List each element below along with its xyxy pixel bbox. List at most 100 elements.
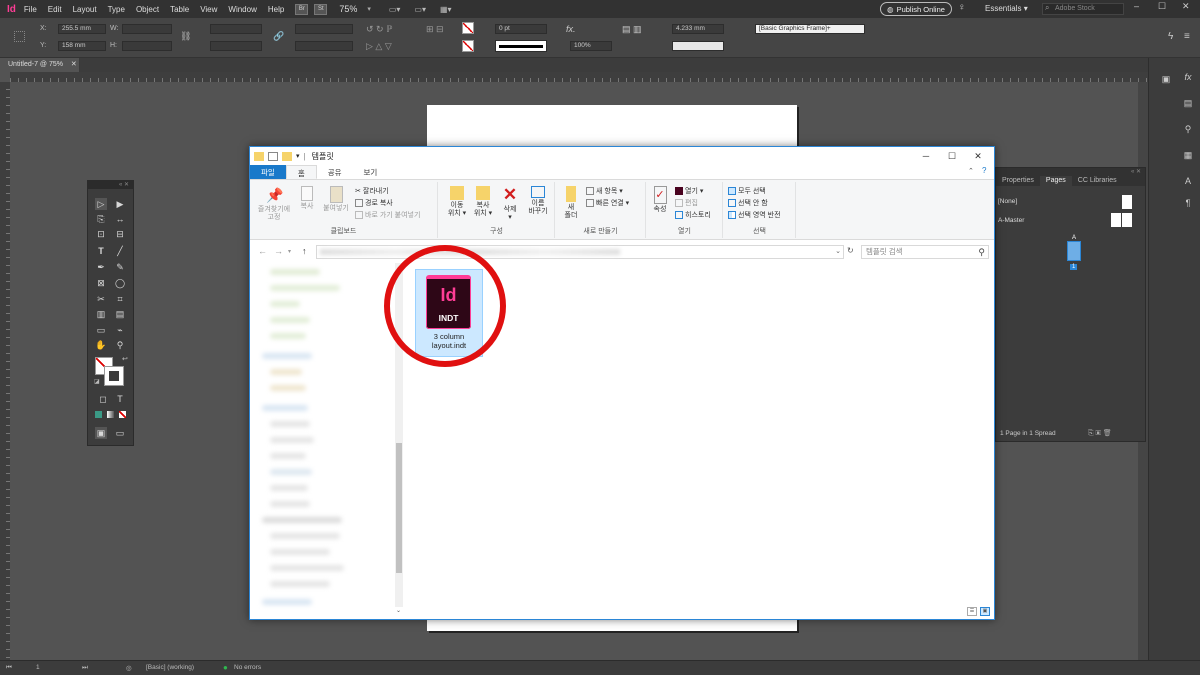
cut-button[interactable]: ✂ 잘라내기 [355, 186, 389, 196]
gap-tool-icon[interactable]: ↔ [114, 213, 126, 225]
menu-type[interactable]: Type [108, 5, 125, 14]
nav-item-blurred[interactable] [270, 385, 306, 391]
nav-pane-scroll-thumb[interactable] [396, 443, 402, 573]
tab-cc-libraries[interactable]: CC Libraries [1072, 176, 1123, 186]
pages-panel-icon[interactable]: ▣ [1159, 74, 1173, 86]
rotate-field[interactable] [295, 24, 353, 34]
navigation-pane[interactable]: ⌄ [250, 263, 403, 619]
nav-item-blurred[interactable] [270, 421, 310, 427]
pencil-tool-icon[interactable]: ✎ [114, 261, 126, 273]
default-colors-icon[interactable]: ◪ [94, 378, 100, 385]
zoom-tool-icon[interactable]: ⚲ [114, 339, 126, 351]
flip-icons[interactable]: ▷ △ ▽ [366, 41, 392, 52]
vertical-ruler[interactable] [0, 82, 10, 660]
direct-selection-tool-icon[interactable]: ▶ [114, 198, 126, 210]
maximize-icon[interactable]: ☐ [940, 149, 964, 163]
stroke-panel-icon[interactable]: ▦ [1181, 150, 1195, 162]
menu-table[interactable]: Table [170, 5, 189, 14]
content-placer-icon[interactable]: ⊟ [114, 228, 126, 240]
menu-view[interactable]: View [200, 5, 217, 14]
constrain-proportions-icon[interactable]: ⛓ [180, 31, 191, 42]
paste-shortcut-button[interactable]: 바로 가기 붙여넣기 [355, 210, 420, 220]
first-page-icon[interactable]: ⏮ [6, 664, 12, 672]
back-arrow-icon[interactable]: ← [258, 246, 267, 256]
new-item-button[interactable]: 새 항목 ▾ [586, 186, 623, 196]
gap-field[interactable]: 4.233 mm [672, 24, 724, 34]
opacity-field[interactable]: 100% [570, 41, 612, 51]
scissors-tool-icon[interactable]: ✂ [95, 293, 107, 305]
panel-collapse-icon[interactable]: « ✕ [1131, 168, 1141, 175]
apply-gradient-icon[interactable] [107, 411, 114, 418]
eyedropper-tool-icon[interactable]: ⌁ [114, 324, 126, 336]
properties-button[interactable]: ✓ 속성 [649, 186, 671, 214]
select-all-button[interactable]: 모두 선택 [728, 186, 766, 196]
menu-layout[interactable]: Layout [73, 5, 97, 14]
invert-selection-button[interactable]: 선택 영역 반전 [728, 210, 781, 220]
gradient-swatch-tool-icon[interactable]: ▥ [95, 308, 107, 320]
stroke-type-select[interactable] [495, 40, 547, 52]
stroke-swatch-icon[interactable] [462, 40, 474, 52]
object-style-select[interactable]: [Basic Graphics Frame]+ [755, 24, 865, 34]
close-window-icon[interactable]: ✕ [966, 149, 990, 163]
lightbulb-icon[interactable]: ♀ [958, 2, 966, 13]
nav-item-blurred[interactable] [270, 581, 330, 587]
nav-item-blurred[interactable] [270, 317, 310, 323]
last-page-icon[interactable]: ⏭ [82, 664, 88, 672]
edit-page-size-icon[interactable]: ⎘ ▣ 🗑 [1088, 429, 1112, 438]
address-path-input[interactable]: ⌄ [316, 245, 844, 259]
nav-item-blurred[interactable] [262, 517, 342, 523]
selection-tool-icon[interactable]: ▷ [95, 198, 107, 210]
rename-button[interactable]: 이름 바꾸기 [525, 186, 551, 216]
properties-quick-icon[interactable] [268, 151, 278, 161]
minimize-icon[interactable]: ─ [914, 149, 938, 163]
refresh-icon[interactable]: ↻ [847, 246, 854, 255]
shear-field[interactable] [295, 41, 353, 51]
scroll-down-icon[interactable]: ⌄ [396, 607, 401, 614]
preflight-errors[interactable]: No errors [234, 664, 261, 671]
tools-panel-header[interactable]: « ✕ [88, 181, 133, 189]
fx-icon[interactable]: fx. [566, 24, 576, 34]
tab-file[interactable]: 파일 [250, 165, 286, 179]
constrain-scale-icon[interactable]: 🔗 [273, 31, 284, 42]
stroke-color-icon[interactable] [104, 366, 124, 386]
recent-dropdown-icon[interactable]: ▾ [288, 248, 291, 255]
formatting-container-icon[interactable]: ◻ [97, 393, 109, 405]
lightning-icon[interactable]: ϟ [1168, 31, 1173, 42]
move-to-button[interactable]: 이동 위치 ▾ [445, 186, 469, 218]
nav-item-blurred[interactable] [270, 453, 306, 459]
nav-item-blurred[interactable] [262, 599, 312, 605]
tab-pages[interactable]: Pages [1039, 176, 1072, 186]
y-field[interactable]: 158 mm [58, 41, 106, 51]
line-tool-icon[interactable]: ╱ [114, 245, 126, 257]
maximize-app-icon[interactable]: ☐ [1158, 1, 1166, 12]
a-master-thumb-right[interactable] [1122, 213, 1132, 227]
select-none-button[interactable]: 선택 안 함 [728, 198, 768, 208]
swap-colors-icon[interactable]: ↩ [122, 355, 128, 363]
search-icon[interactable]: ⚲ [978, 246, 985, 258]
layers-panel-icon[interactable]: ▤ [1181, 98, 1195, 110]
close-app-icon[interactable]: ✕ [1182, 1, 1190, 12]
tab-home[interactable]: 홈 [285, 165, 317, 179]
a-master-label[interactable]: A-Master [998, 217, 1024, 224]
nav-item-blurred[interactable] [270, 549, 330, 555]
rotate-icons[interactable]: ↺ ↻ ℙ [366, 24, 392, 35]
pen-tool-icon[interactable]: ✒ [95, 261, 107, 273]
folder-search-input[interactable]: 템플릿 검색 ⚲ [861, 245, 989, 259]
history-button[interactable]: 히스토리 [675, 210, 711, 220]
hand-tool-icon[interactable]: ✋ [95, 339, 107, 351]
scale-x-field[interactable] [210, 24, 262, 34]
reference-point-icon[interactable] [14, 31, 25, 42]
a-master-thumb-left[interactable] [1111, 213, 1121, 227]
zoom-level[interactable]: 75% [339, 4, 357, 14]
nav-item-blurred[interactable] [270, 501, 310, 507]
none-master-label[interactable]: [None] [998, 198, 1017, 205]
formatting-text-icon[interactable]: T [114, 393, 126, 405]
easy-access-button[interactable]: 빠른 연결 ▾ [586, 198, 629, 208]
rectangle-frame-tool-icon[interactable]: ⊠ [95, 277, 107, 289]
nav-item-blurred[interactable] [270, 333, 306, 339]
document-tab[interactable]: Untitled-7 @ 75% ✕ [0, 58, 80, 72]
menu-file[interactable]: File [24, 5, 37, 14]
apply-none-icon[interactable] [119, 411, 126, 418]
nav-item-blurred[interactable] [270, 369, 302, 375]
address-dropdown-icon[interactable]: ⌄ [835, 247, 841, 255]
